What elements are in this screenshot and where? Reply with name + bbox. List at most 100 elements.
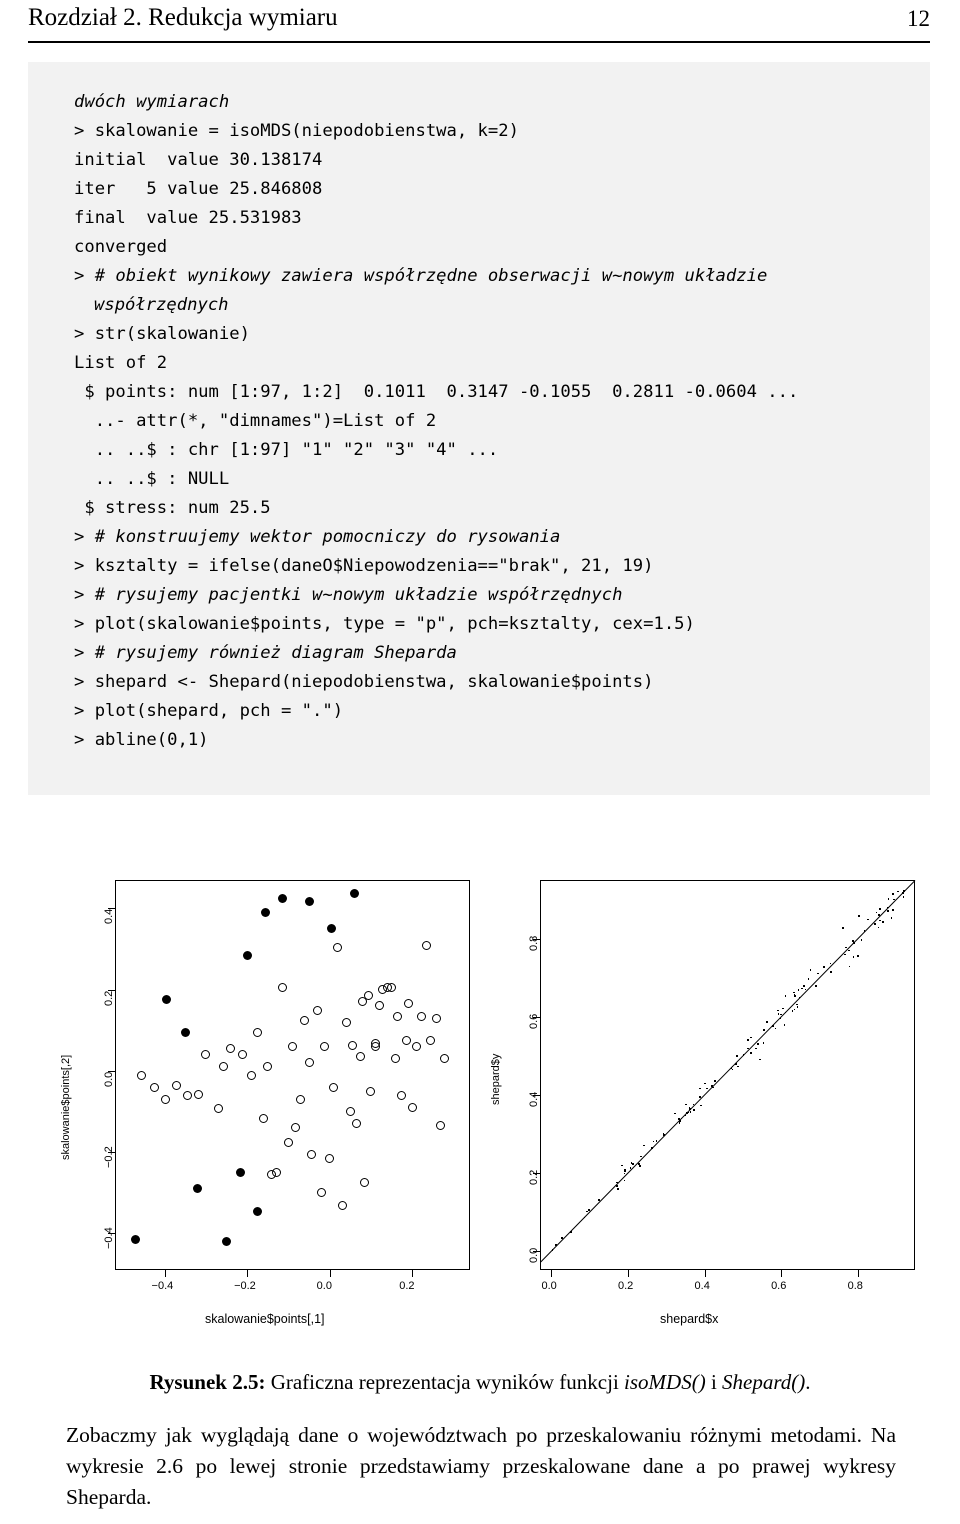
figure-caption-text-after: . xyxy=(805,1370,811,1394)
code-line: > # rysujemy pacjentki w~nowym układzie … xyxy=(74,585,623,605)
shepard-point xyxy=(680,1117,683,1120)
shepard-point xyxy=(766,1020,768,1023)
code-line: > # rysujemy również diagram Sheparda xyxy=(74,643,457,663)
figure-caption-text-before: Graficzna reprezentacja wyników funkcji xyxy=(265,1370,625,1394)
code-line: > plot(shepard, pch = ".") xyxy=(74,701,344,721)
shepard-point xyxy=(700,1104,702,1107)
shepard-point xyxy=(616,1181,618,1184)
document-page: Rozdział 2. Redukcja wymiaru 12 dwóch wy… xyxy=(0,0,960,1524)
mds-scatter-plot: skalowanie$points[,2] skalowanie$points[… xyxy=(30,860,470,1340)
shepard-point xyxy=(842,927,844,929)
figure-caption-label: Rysunek 2.5: xyxy=(149,1370,266,1394)
shepard-point xyxy=(804,988,807,991)
code-line: List of 2 xyxy=(74,353,168,373)
shepard-point xyxy=(823,966,825,968)
shepard-point xyxy=(712,1086,715,1089)
mds-point-open xyxy=(213,1103,223,1113)
shepard-point xyxy=(817,972,819,975)
shepard-point xyxy=(686,1112,689,1114)
mds-point-open xyxy=(283,1137,293,1147)
shepard-point xyxy=(902,892,904,894)
shepard-y-tick-label: 0.8 xyxy=(528,935,540,951)
mds-point-open xyxy=(431,1013,441,1023)
code-line: converged xyxy=(74,237,168,257)
shepard-point xyxy=(777,1009,779,1012)
mds-point-open xyxy=(193,1090,203,1099)
shepard-point xyxy=(692,1103,695,1106)
code-line: > # obiekt wynikowy zawiera współrzędne … xyxy=(74,266,768,286)
mds-point-open xyxy=(422,940,432,950)
mds-plot-frame xyxy=(115,880,470,1270)
shepard-point xyxy=(639,1165,641,1167)
shepard-x-tick-label: 0.6 xyxy=(771,1280,787,1292)
shepard-x-tick-label: 0.4 xyxy=(694,1280,710,1292)
shepard-point xyxy=(796,1006,799,1008)
code-line: $ points: num [1:97, 1:2] 0.1011 0.3147 … xyxy=(74,382,799,402)
shepard-point xyxy=(629,1167,632,1169)
shepard-point xyxy=(856,954,859,957)
shepard-point xyxy=(624,1170,626,1172)
shepard-point xyxy=(699,1096,701,1098)
shepard-point xyxy=(801,987,803,990)
figure-caption-text-middle: i xyxy=(705,1370,723,1394)
shepard-point xyxy=(750,1052,752,1054)
shepard-point xyxy=(714,1079,716,1082)
shepard-point xyxy=(704,1082,706,1085)
mds-point-open xyxy=(277,983,287,993)
shepard-point xyxy=(781,1007,784,1010)
shepard-x-tickmark xyxy=(628,1270,629,1277)
shepard-point xyxy=(779,1013,782,1016)
shepard-point xyxy=(875,911,878,914)
mds-point-open xyxy=(306,1149,316,1159)
shepard-point xyxy=(863,930,866,932)
code-line: > str(skalowanie) xyxy=(74,324,250,344)
figure-caption: Rysunek 2.5: Graficzna reprezentacja wyn… xyxy=(0,1370,960,1395)
mds-point-open xyxy=(325,1153,335,1163)
shepard-point xyxy=(570,1231,573,1233)
figure-caption-fn1: isoMDS() xyxy=(624,1370,706,1394)
mds-point-open xyxy=(288,1042,297,1052)
shepard-point xyxy=(692,1109,695,1111)
body-paragraph: Zobaczmy jak wyglądają dane o województw… xyxy=(66,1423,896,1509)
shepard-point xyxy=(756,1043,759,1045)
shepard-point xyxy=(829,962,832,965)
mds-point-open xyxy=(403,999,413,1009)
shepard-y-axis-label: shepard$y xyxy=(490,1053,502,1105)
shepard-point xyxy=(798,996,801,999)
shepard-point xyxy=(689,1111,692,1113)
shepard-point xyxy=(617,1188,619,1190)
shepard-point xyxy=(853,942,855,944)
shepard-y-tick-label: 0.0 xyxy=(528,1247,540,1263)
shepard-point xyxy=(774,1027,777,1030)
shepard-point xyxy=(749,1036,752,1039)
shepard-point xyxy=(689,1107,692,1110)
mds-point-open xyxy=(345,1107,355,1117)
mds-x-tickmark xyxy=(247,1270,249,1277)
mds-y-tick-label: 0.4 xyxy=(103,909,115,925)
shepard-point xyxy=(848,949,850,952)
shepard-point xyxy=(655,1140,658,1142)
mds-point-open xyxy=(218,1061,228,1071)
shepard-point xyxy=(652,1140,655,1143)
mds-y-tick-label: −0.4 xyxy=(103,1227,115,1250)
shepard-point xyxy=(706,1087,708,1090)
shepard-point xyxy=(561,1236,563,1239)
shepard-point xyxy=(852,955,855,958)
shepard-point xyxy=(663,1134,665,1136)
shepard-point xyxy=(887,910,889,912)
shepard-point xyxy=(793,1008,796,1011)
shepard-point xyxy=(651,1146,653,1149)
shepard-point xyxy=(598,1199,600,1201)
mds-point-open xyxy=(333,942,343,952)
code-line: iter 5 value 25.846808 xyxy=(74,179,323,199)
mds-x-axis-label: skalowanie$points[,1] xyxy=(205,1312,325,1326)
shepard-x-tickmark xyxy=(781,1270,783,1277)
mds-point-filled xyxy=(349,888,359,898)
shepard-point xyxy=(791,1010,794,1012)
mds-x-tickmark xyxy=(412,1270,414,1277)
shepard-point xyxy=(616,1185,618,1187)
code-line: .. ..$ : NULL xyxy=(74,469,230,489)
mds-x-tickmark xyxy=(164,1270,166,1277)
shepard-point xyxy=(742,1054,745,1056)
code-line: > ksztalty = ifelse(daneO$Niepowodzenia=… xyxy=(74,556,654,576)
